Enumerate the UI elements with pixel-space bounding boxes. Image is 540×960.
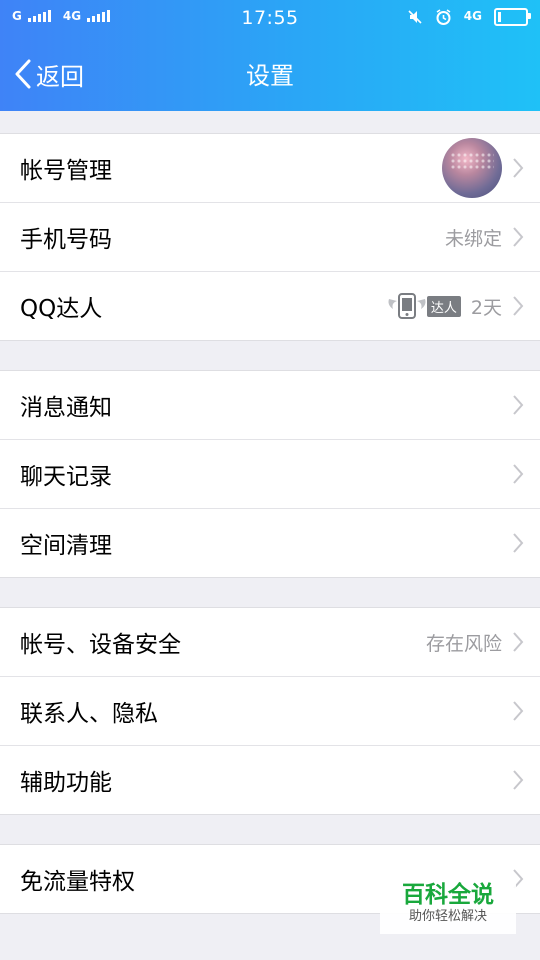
page-title: 设置 — [246, 62, 294, 90]
chevron-right-icon — [513, 701, 524, 721]
row-right — [512, 394, 524, 416]
nav-bar: 返回 设置 — [0, 36, 540, 111]
row-right: 达人 2天 — [385, 291, 524, 321]
row-right: 存在风险 — [426, 629, 524, 656]
mute-icon — [408, 10, 422, 24]
settings-group-security: 帐号、设备安全 存在风险 联系人、隐私 辅助功能 — [0, 607, 540, 815]
battery-icon — [494, 8, 531, 26]
row-label: 手机号码 — [20, 227, 112, 253]
row-right — [442, 138, 524, 198]
security-status: 存在风险 — [425, 632, 502, 655]
row-right: 未绑定 — [445, 224, 524, 251]
row-label: 辅助功能 — [20, 770, 112, 796]
chevron-right-icon — [513, 632, 524, 652]
expert-badge: 达人 — [385, 291, 461, 321]
row-label: 免流量特权 — [20, 869, 135, 895]
chevron-right-icon — [513, 158, 524, 178]
alarm-icon — [436, 8, 451, 25]
expert-badge-icon — [388, 293, 426, 319]
chevron-right-icon — [513, 464, 524, 484]
row-right — [512, 769, 524, 791]
row-accessibility[interactable]: 辅助功能 — [0, 746, 540, 814]
chevron-right-icon — [513, 227, 524, 247]
row-message-notifications[interactable]: 消息通知 — [0, 371, 540, 440]
row-account-device-security[interactable]: 帐号、设备安全 存在风险 — [0, 608, 540, 677]
row-account-management[interactable]: 帐号管理 — [0, 134, 540, 203]
watermark-title: 百科全说 — [402, 882, 494, 908]
network-4g-icon: 4G — [463, 9, 482, 23]
row-right — [512, 700, 524, 722]
row-chat-history[interactable]: 聊天记录 — [0, 440, 540, 509]
row-right — [512, 532, 524, 554]
row-right — [512, 463, 524, 485]
watermark: 百科全说 助你轻松解决 — [380, 876, 516, 934]
expert-badge-label: 达人 — [426, 295, 461, 317]
chevron-right-icon — [513, 770, 524, 790]
chevron-right-icon — [513, 533, 524, 553]
row-label: 空间清理 — [20, 533, 112, 559]
chevron-right-icon — [513, 395, 524, 415]
expert-days: 2天 — [470, 296, 502, 319]
phone-status: 未绑定 — [444, 227, 502, 250]
status-bar: G 4G 17:55 4G — [0, 0, 540, 36]
row-storage-cleanup[interactable]: 空间清理 — [0, 509, 540, 577]
settings-group-account: 帐号管理 手机号码 未绑定 QQ达人 达人 2天 — [0, 133, 540, 341]
row-qq-expert[interactable]: QQ达人 达人 2天 — [0, 272, 540, 340]
row-label: 帐号、设备安全 — [20, 632, 181, 658]
row-label: 消息通知 — [20, 395, 112, 421]
row-label: 帐号管理 — [20, 158, 112, 184]
settings-group-messages: 消息通知 聊天记录 空间清理 — [0, 370, 540, 578]
status-icons: 4G — [407, 8, 531, 26]
row-contacts-privacy[interactable]: 联系人、隐私 — [0, 677, 540, 746]
battery-level — [498, 12, 501, 22]
avatar — [442, 138, 502, 198]
row-label: QQ达人 — [20, 296, 103, 322]
chevron-right-icon — [513, 296, 524, 316]
row-label: 联系人、隐私 — [20, 701, 158, 727]
row-label: 聊天记录 — [20, 464, 112, 490]
watermark-subtitle: 助你轻松解决 — [408, 909, 487, 924]
row-phone-number[interactable]: 手机号码 未绑定 — [0, 203, 540, 272]
